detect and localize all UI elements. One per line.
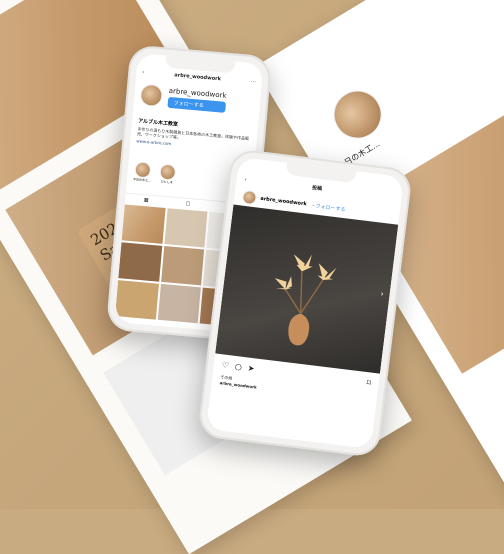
post-follow-link[interactable]: ・フォローする	[310, 201, 346, 212]
phone-notch	[164, 55, 236, 74]
back-icon[interactable]: ‹	[244, 176, 247, 182]
highlight-1-label: 今日の木工...	[132, 177, 151, 183]
highlight-2-label: ひとし木	[160, 179, 173, 185]
bookmark-icon[interactable]: ⌑	[366, 378, 371, 387]
highlight-2[interactable]	[158, 163, 177, 181]
post-thumb[interactable]	[157, 283, 202, 324]
post-thumb[interactable]	[160, 246, 205, 286]
comment-icon[interactable]: ○	[234, 362, 242, 372]
post-image: ›	[215, 204, 399, 374]
phone-post: ‹ 投稿 arbre_woodwork ・フォローする › ♡ ○ ➤ ⌑ その…	[197, 147, 413, 459]
post-username[interactable]: arbre_woodwork	[260, 196, 307, 208]
phone-notch	[285, 162, 357, 184]
post-avatar	[241, 189, 258, 206]
flower-vase-illustration	[274, 254, 337, 346]
grid-tab-icon[interactable]: ▦	[144, 197, 149, 203]
follow-button[interactable]: フォローする	[167, 96, 226, 113]
profile-header-username: arbre_woodwork	[174, 72, 222, 83]
post-thumb[interactable]	[121, 204, 166, 244]
post-header: 投稿	[311, 185, 323, 193]
post-thumb[interactable]	[164, 208, 208, 248]
like-icon[interactable]: ♡	[221, 360, 229, 370]
post-thumb[interactable]	[114, 280, 159, 320]
post-thumb[interactable]	[118, 242, 162, 282]
reels-tab-icon[interactable]: ▢	[185, 201, 190, 207]
back-icon[interactable]: ‹	[142, 69, 145, 75]
highlight-avatar[interactable]	[324, 81, 391, 148]
more-icon[interactable]: ⋯	[251, 79, 257, 85]
share-icon[interactable]: ➤	[247, 364, 255, 374]
phone-post-screen: ‹ 投稿 arbre_woodwork ・フォローする › ♡ ○ ➤ ⌑ その…	[205, 156, 405, 450]
profile-avatar	[139, 83, 164, 108]
highlight-1[interactable]	[134, 161, 152, 179]
